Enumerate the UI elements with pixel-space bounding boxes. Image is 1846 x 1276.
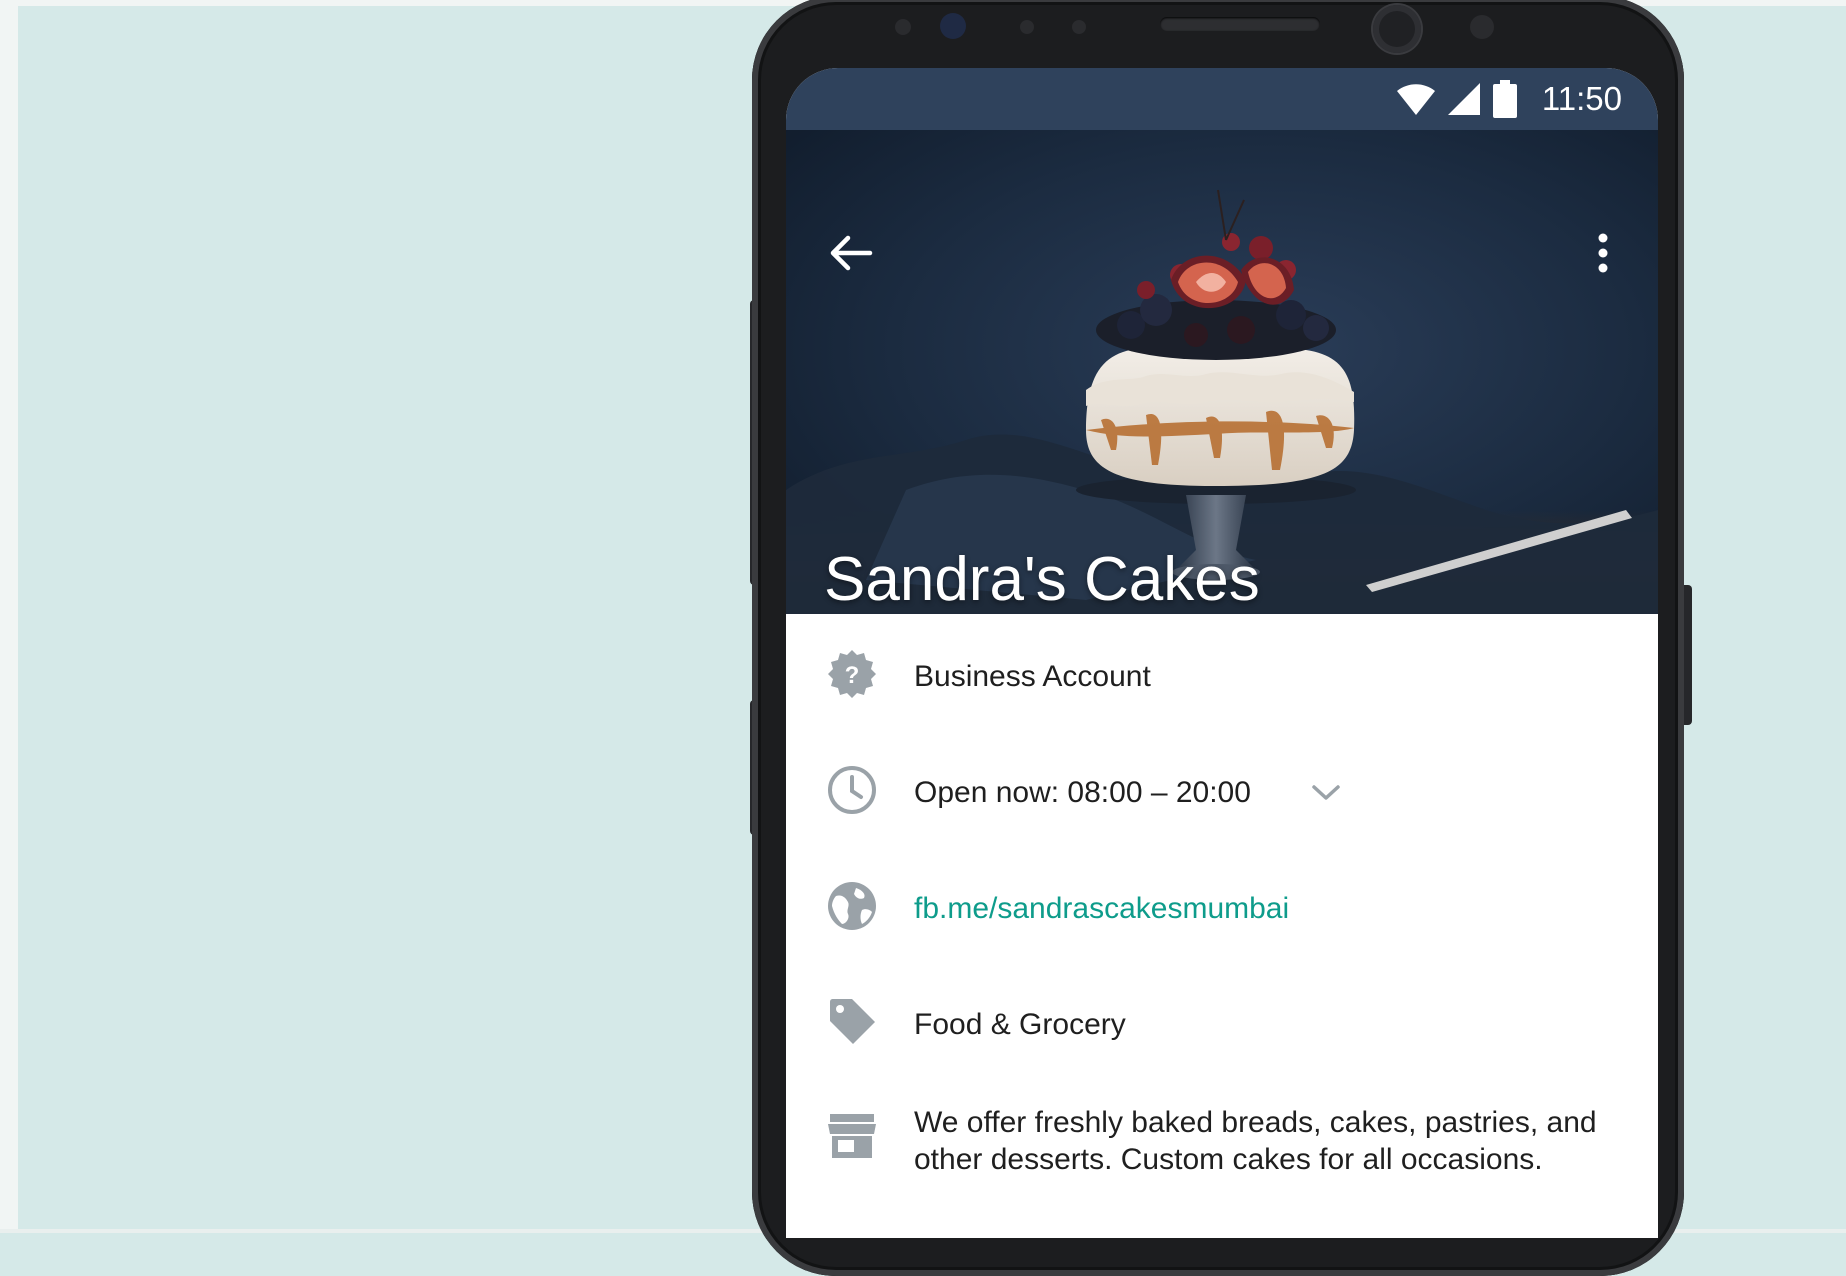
website-row[interactable]: fb.me/sandrascakesmumbai xyxy=(786,846,1658,962)
light-sensor xyxy=(1020,20,1034,34)
business-account-row[interactable]: ? Business Account xyxy=(786,614,1658,730)
front-camera xyxy=(1373,5,1421,53)
iris-camera xyxy=(1470,15,1494,39)
led-sensor xyxy=(1072,20,1086,34)
badge-question-icon: ? xyxy=(828,650,876,698)
signal-icon xyxy=(1447,83,1480,115)
cover-photo: Sandra's Cakes xyxy=(786,130,1658,614)
chevron-down-icon[interactable] xyxy=(1309,782,1343,804)
description-row[interactable]: We offer freshly baked breads, cakes, pa… xyxy=(786,1078,1658,1218)
battery-icon xyxy=(1492,80,1517,118)
globe-icon xyxy=(828,882,876,930)
cake-image xyxy=(786,189,1658,614)
svg-text:?: ? xyxy=(845,662,860,689)
category-label: Food & Grocery xyxy=(914,1008,1126,1041)
business-hours-label: Open now: 08:00 – 20:00 xyxy=(914,776,1251,809)
status-time: 11:50 xyxy=(1541,80,1622,117)
arrow-left-icon xyxy=(830,235,873,271)
earpiece-speaker xyxy=(1160,17,1320,31)
description-text: We offer freshly baked breads, cakes, pa… xyxy=(914,1106,1597,1176)
back-button[interactable] xyxy=(826,228,876,278)
status-icons: 11:50 xyxy=(1396,78,1622,120)
page-left-border xyxy=(0,0,18,1233)
more-options-button[interactable] xyxy=(1588,228,1618,278)
category-row[interactable]: Food & Grocery xyxy=(786,962,1658,1078)
business-account-label: Business Account xyxy=(914,660,1151,693)
business-name: Sandra's Cakes xyxy=(824,545,1260,614)
phone-screen: 11:50 Sandra's Cakes ? Business Account … xyxy=(786,68,1658,1238)
proximity-sensor xyxy=(895,19,911,35)
tag-icon xyxy=(830,999,875,1044)
iris-sensor xyxy=(940,13,966,39)
clock-icon xyxy=(828,766,876,814)
website-link[interactable]: fb.me/sandrascakesmumbai xyxy=(914,892,1289,926)
store-icon xyxy=(828,1114,876,1158)
business-hours-row[interactable]: Open now: 08:00 – 20:00 xyxy=(786,730,1658,846)
status-bar: 11:50 xyxy=(786,68,1658,130)
wifi-icon xyxy=(1396,84,1435,115)
more-vertical-icon xyxy=(1598,233,1608,273)
